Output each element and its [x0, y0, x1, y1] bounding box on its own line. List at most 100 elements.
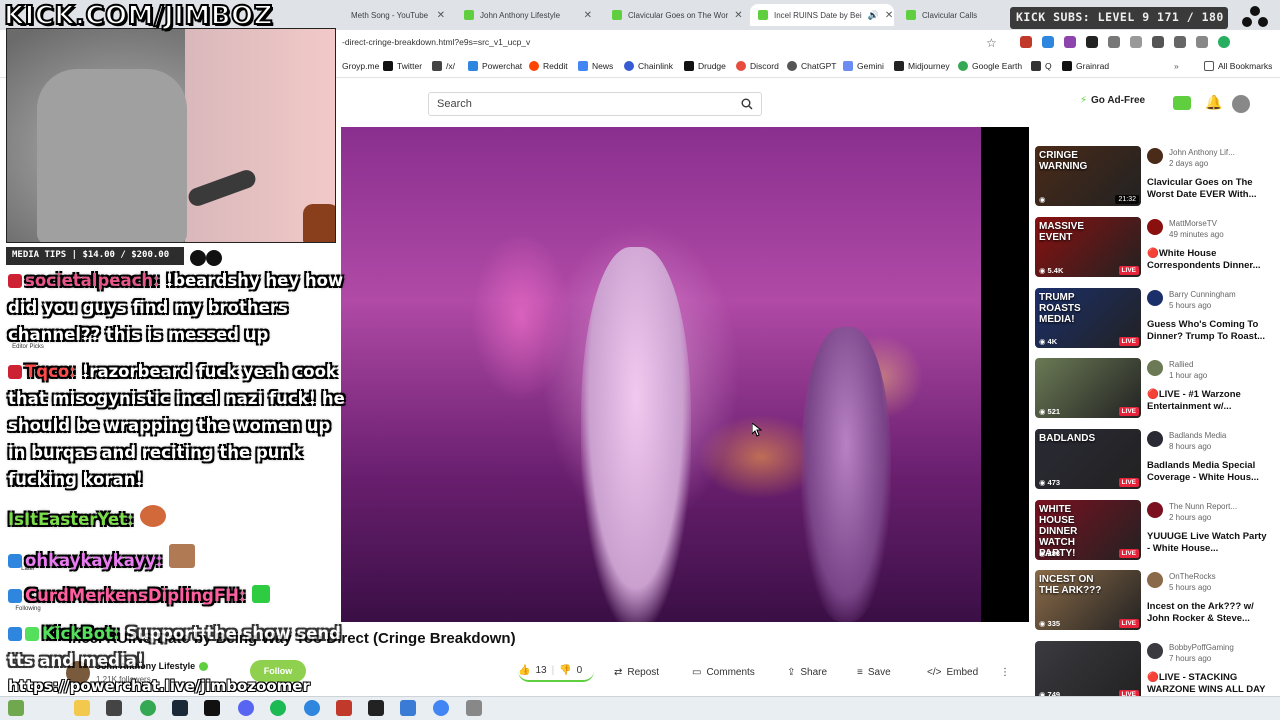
feed-item[interactable]: WHITE HOUSE DINNER WATCH PARTY! ◉ 283 LIVE T… [1035, 500, 1275, 562]
close-icon[interactable]: ✕ [584, 10, 592, 21]
extension-icon[interactable] [1020, 36, 1032, 48]
extensions-puzzle-icon[interactable] [1108, 36, 1120, 48]
extension-icon[interactable] [1042, 36, 1054, 48]
bookmark-item[interactable]: Grainrad [1062, 61, 1109, 71]
chrome-icon[interactable] [140, 700, 156, 716]
bookmark-star-icon[interactable]: ☆ [986, 36, 997, 50]
speaker-icon[interactable]: 🔊 [868, 10, 879, 21]
bookmark-item[interactable]: Twitter [383, 61, 422, 71]
channel-avatar[interactable] [1147, 502, 1163, 518]
menu-icon[interactable] [1196, 36, 1208, 48]
feed-thumbnail[interactable]: WHITE HOUSE DINNER WATCH PARTY! ◉ 283 LIVE [1035, 500, 1141, 560]
steam-icon[interactable] [172, 700, 188, 716]
feed-title[interactable]: Clavicular Goes on The Worst Date EVER W… [1147, 177, 1269, 201]
user-avatar[interactable] [1232, 95, 1250, 113]
app-icon[interactable] [400, 700, 416, 716]
feed-channel-name[interactable]: John Anthony Lif... [1169, 148, 1235, 157]
app-icon[interactable] [466, 700, 482, 716]
feed-channel-name[interactable]: The Nunn Report... [1169, 502, 1237, 511]
close-icon[interactable]: ✕ [885, 10, 893, 21]
account-avatar-icon[interactable] [1218, 36, 1230, 48]
channel-avatar[interactable] [1147, 290, 1163, 306]
feed-channel-name[interactable]: MattMorseTV [1169, 219, 1217, 228]
save-button[interactable]: ≡ Save [857, 662, 891, 682]
bookmark-item[interactable]: Chainlink [624, 61, 673, 71]
bookmark-item[interactable]: Google Earth [958, 61, 1022, 71]
cast-icon[interactable] [1130, 36, 1142, 48]
upload-icon[interactable] [1173, 96, 1191, 110]
bookmark-item[interactable]: Discord [736, 61, 779, 71]
bookmark-item[interactable]: Groyp.me [342, 61, 379, 71]
feed-channel-name[interactable]: Badlands Media [1169, 431, 1226, 440]
app-icon[interactable] [106, 700, 122, 716]
feed-title[interactable]: YUUUGE Live Watch Party - White House... [1147, 531, 1269, 555]
browser-tab[interactable]: John Anthony Lifestyle ✕ [456, 4, 600, 26]
pepe-icon[interactable] [8, 700, 24, 716]
feed-item[interactable]: CRINGE WARNING ◉ 21:32 John Anthony Lif... 2… [1035, 146, 1275, 208]
feed-channel-name[interactable]: Barry Cunningham [1169, 290, 1236, 299]
close-icon[interactable]: ✕ [734, 10, 742, 21]
bookmark-item[interactable]: Drudge [684, 61, 726, 71]
feed-title[interactable]: Guess Who's Coming To Dinner? Trump To R… [1147, 319, 1269, 343]
bell-icon[interactable]: 🔔 [1205, 94, 1222, 111]
terminal-icon[interactable] [368, 700, 384, 716]
thumbs-up-icon[interactable]: 👍 [518, 665, 530, 676]
repost-button[interactable]: ⇄ Repost [614, 662, 659, 682]
close-icon[interactable]: ✕ [437, 10, 445, 21]
feed-channel-name[interactable]: BobbyPoffGaming [1169, 643, 1234, 652]
spotify-icon[interactable] [270, 700, 286, 716]
feed-item[interactable]: TRUMP ROASTS MEDIA! ◉ 4K LIVE Barry Cunningh… [1035, 288, 1275, 350]
app-icon[interactable] [336, 700, 352, 716]
all-bookmarks[interactable]: All Bookmarks [1204, 61, 1272, 71]
feed-channel-name[interactable]: OnTheRocks [1169, 572, 1216, 581]
feed-thumbnail[interactable]: BADLANDS ◉ 473 LIVE [1035, 429, 1141, 489]
bookmark-item[interactable]: /x/ [432, 61, 455, 71]
channel-avatar[interactable] [1147, 219, 1163, 235]
channel-avatar[interactable] [1147, 360, 1163, 376]
video-player[interactable] [341, 127, 1029, 622]
bookmark-item[interactable]: Powerchat [468, 61, 522, 71]
channel-avatar[interactable] [1147, 643, 1163, 659]
url-field[interactable]: -direct-cringe-breakdown.html?e9s=src_v1… [342, 37, 530, 47]
feed-title[interactable]: Badlands Media Special Coverage - White … [1147, 460, 1269, 484]
chrome-icon[interactable] [433, 700, 449, 716]
feed-title[interactable]: 🔴LIVE - #1 Warzone Entertainment w/... [1147, 389, 1269, 413]
browser-tab-active[interactable]: Incel RUINS Date by Bei 🔊 ✕ [750, 4, 894, 26]
file-explorer-icon[interactable] [74, 700, 90, 716]
thumbs-down-icon[interactable]: 👎 [559, 665, 571, 676]
bookmark-item[interactable]: News [578, 61, 613, 71]
feed-title[interactable]: 🔴LIVE - STACKING WARZONE WINS ALL DAY [1147, 672, 1269, 696]
embed-button[interactable]: </> Embed [927, 662, 978, 682]
app-icon[interactable] [204, 700, 220, 716]
feed-item[interactable]: INCEST ON THE ARK??? ◉ 335 LIVE OnTheRocks 5 … [1035, 570, 1275, 632]
feed-thumbnail[interactable]: ◉ 521 LIVE [1035, 358, 1141, 418]
channel-avatar[interactable] [1147, 431, 1163, 447]
feed-item[interactable]: BADLANDS ◉ 473 LIVE Badlands Media 8 hours ag… [1035, 429, 1275, 491]
discord-icon[interactable] [238, 700, 254, 716]
feed-thumbnail[interactable]: INCEST ON THE ARK??? ◉ 335 LIVE [1035, 570, 1141, 630]
feed-title[interactable]: 🔴White House Correspondents Dinner... [1147, 248, 1269, 272]
more-options-icon[interactable]: ⋮ [1000, 662, 1010, 682]
feed-thumbnail[interactable]: ◉ 749 LIVE [1035, 641, 1141, 701]
feed-thumbnail[interactable]: TRUMP ROASTS MEDIA! ◉ 4K LIVE [1035, 288, 1141, 348]
bookmark-item[interactable]: Midjourney [894, 61, 950, 71]
bookmark-item[interactable]: Q [1031, 61, 1052, 71]
chevron-right-icon[interactable]: » [1174, 61, 1179, 71]
feed-item[interactable]: ◉ 749 LIVE BobbyPoffGaming 7 hours ago 🔴LIVE … [1035, 641, 1275, 703]
download-icon[interactable] [1174, 36, 1186, 48]
feed-thumbnail[interactable]: MASSIVE EVENT ◉ 5.4K LIVE [1035, 217, 1141, 277]
go-ad-free-button[interactable]: ⚡ Go Ad-Free [1080, 95, 1145, 106]
search-input[interactable]: Search [428, 92, 762, 116]
x-extension-icon[interactable] [1086, 36, 1098, 48]
bookmark-item[interactable]: Reddit [529, 61, 568, 71]
channel-avatar[interactable] [1147, 148, 1163, 164]
comments-button[interactable]: ▭ Comments [692, 662, 755, 682]
feed-item[interactable]: ◉ 521 LIVE Rallied 1 hour ago 🔴LIVE - #1 Warz… [1035, 358, 1275, 420]
app-icon[interactable] [304, 700, 320, 716]
browser-tab[interactable]: Clavicular Goes on The Wor ✕ [604, 4, 748, 26]
extension-icon[interactable] [1064, 36, 1076, 48]
feed-thumbnail[interactable]: CRINGE WARNING ◉ 21:32 [1035, 146, 1141, 206]
profile-icon[interactable] [1152, 36, 1164, 48]
share-button[interactable]: ⇪ Share [787, 662, 827, 682]
bookmark-item[interactable]: Gemini [843, 61, 884, 71]
